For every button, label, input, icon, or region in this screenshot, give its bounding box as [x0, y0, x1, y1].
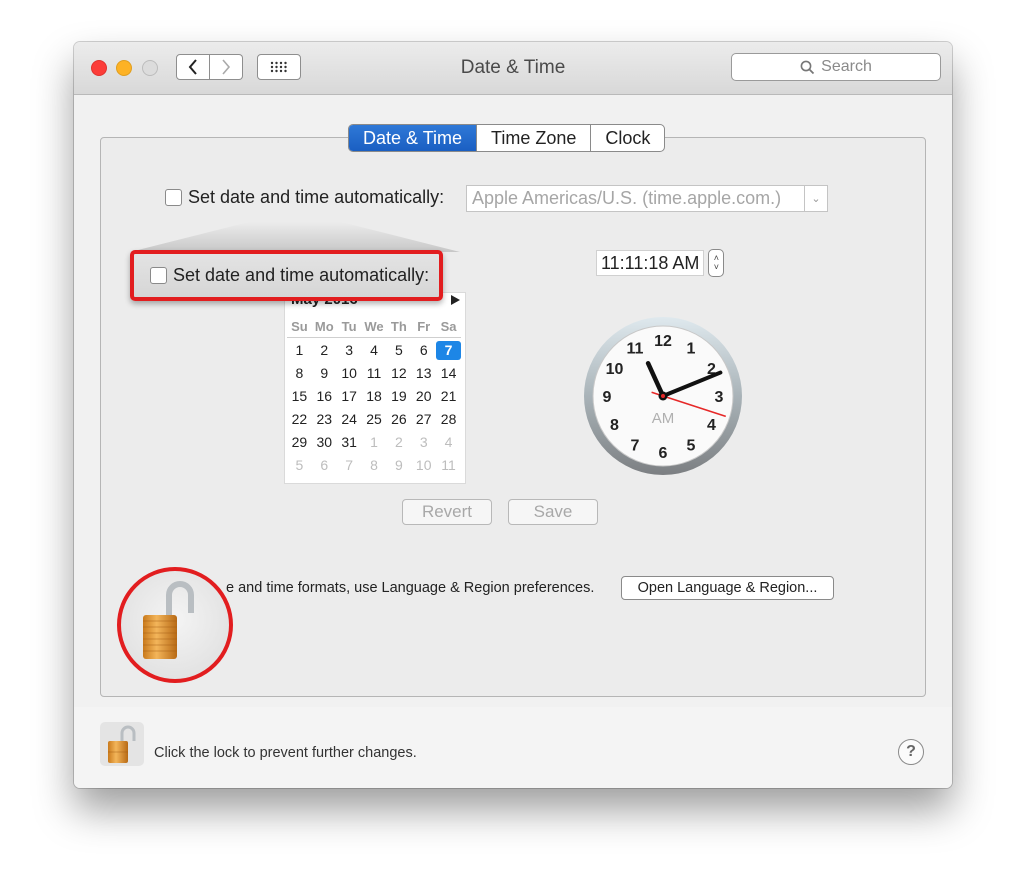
- calendar-day[interactable]: 3: [337, 341, 362, 360]
- calendar-day[interactable]: 26: [386, 410, 411, 429]
- time-stepper[interactable]: ˄ ˅: [708, 249, 725, 277]
- calendar-day[interactable]: 10: [411, 456, 436, 475]
- calendar-day[interactable]: 11: [436, 456, 461, 475]
- search-field[interactable]: Search: [731, 53, 941, 81]
- calendar-day[interactable]: 6: [411, 341, 436, 360]
- clock-number: 9: [603, 389, 612, 406]
- calendar-day[interactable]: 24: [337, 410, 362, 429]
- clock-number: 3: [715, 389, 724, 406]
- unlocked-padlock-icon: [143, 581, 194, 659]
- auto-set-checkbox[interactable]: [165, 189, 182, 206]
- calendar-day[interactable]: 19: [386, 387, 411, 406]
- calendar-weekdays: Su Mo Tu We Th Fr Sa: [287, 319, 461, 338]
- lock-callout-highlight[interactable]: [117, 567, 233, 683]
- search-placeholder: Search: [821, 58, 872, 75]
- weekday-label: We: [364, 319, 384, 334]
- title-bar: Date & Time Search: [74, 42, 952, 95]
- calendar-day[interactable]: 9: [312, 364, 337, 383]
- time-server-value: Apple Americas/U.S. (time.apple.com.): [472, 188, 782, 208]
- calendar-day[interactable]: 20: [411, 387, 436, 406]
- calendar-day-selected[interactable]: 7: [436, 341, 461, 360]
- calendar-day[interactable]: 13: [411, 364, 436, 383]
- time-input: 11:11:18 AM ˄ ˅: [596, 249, 725, 277]
- clock-number: 1: [687, 341, 696, 358]
- calendar-day[interactable]: 14: [436, 364, 461, 383]
- calendar-day[interactable]: 11: [362, 364, 387, 383]
- lock-status-text: Click the lock to prevent further change…: [154, 745, 417, 761]
- tab-date-time[interactable]: Date & Time: [349, 125, 477, 151]
- calendar-day[interactable]: 9: [386, 456, 411, 475]
- calendar-day[interactable]: 4: [436, 433, 461, 452]
- clock-number: 6: [659, 445, 668, 462]
- calendar-day[interactable]: 2: [312, 341, 337, 360]
- calendar-day[interactable]: 1: [362, 433, 387, 452]
- unlocked-padlock-icon: [108, 725, 136, 763]
- next-month-arrow-icon[interactable]: [451, 295, 460, 305]
- time-server-combobox[interactable]: Apple Americas/U.S. (time.apple.com.) ⌄: [466, 185, 828, 212]
- calendar-day[interactable]: 23: [312, 410, 337, 429]
- calendar-day[interactable]: 16: [312, 387, 337, 406]
- calendar-day[interactable]: 25: [362, 410, 387, 429]
- calendar-days: 1 2 3 4 5 6 7 8 9 10 11 12 13 14 15 16 17 18 19 20 21 22 23 24 2…: [287, 341, 461, 475]
- weekday-label: Th: [390, 319, 407, 334]
- auto-set-row: Set date and time automatically:: [165, 187, 444, 208]
- clock-center-dot: [661, 394, 665, 398]
- search-icon: [800, 60, 815, 74]
- clock-meridiem: AM: [652, 410, 675, 427]
- help-button[interactable]: ?: [898, 739, 924, 765]
- open-language-region-button[interactable]: Open Language & Region...: [621, 576, 834, 600]
- calendar-day[interactable]: 29: [287, 433, 312, 452]
- calendar-day[interactable]: 28: [436, 410, 461, 429]
- analog-clock[interactable]: 12 1234567891011 AM: [582, 315, 744, 477]
- calendar-day[interactable]: 5: [287, 456, 312, 475]
- calendar-day[interactable]: 8: [362, 456, 387, 475]
- save-button[interactable]: Save: [508, 499, 598, 525]
- callout-highlight: Set date and time automatically:: [130, 250, 443, 301]
- tab-time-zone[interactable]: Time Zone: [476, 125, 590, 151]
- calendar-day[interactable]: 6: [312, 456, 337, 475]
- calendar-day[interactable]: 4: [362, 341, 387, 360]
- clock-number: 4: [707, 417, 716, 434]
- revert-button[interactable]: Revert: [402, 499, 492, 525]
- calendar-day[interactable]: 7: [337, 456, 362, 475]
- tab-clock[interactable]: Clock: [590, 125, 664, 151]
- clock-number: 10: [606, 361, 624, 378]
- calendar-day[interactable]: 30: [312, 433, 337, 452]
- calendar-day[interactable]: 2: [386, 433, 411, 452]
- clock-number: 11: [627, 341, 644, 358]
- weekday-label: Mo: [314, 319, 334, 334]
- calendar-day[interactable]: 22: [287, 410, 312, 429]
- calendar-day[interactable]: 17: [337, 387, 362, 406]
- calendar-day[interactable]: 1: [287, 341, 312, 360]
- date-time-window: Date & Time Search Date & Time Time Zone…: [74, 42, 952, 788]
- calendar-day[interactable]: 21: [436, 387, 461, 406]
- clock-number: 7: [631, 437, 640, 454]
- callout-label: Set date and time automatically:: [173, 265, 430, 285]
- calendar: May 2016 SuMoTuWeThFrSa 1234567891011121…: [284, 291, 466, 484]
- callout-checkbox[interactable]: [150, 267, 167, 284]
- clock-number: 12: [654, 333, 672, 350]
- auto-set-label: Set date and time automatically:: [188, 187, 445, 207]
- chevron-down-icon[interactable]: ⌄: [804, 186, 827, 211]
- calendar-day[interactable]: 12: [386, 364, 411, 383]
- calendar-day[interactable]: 5: [386, 341, 411, 360]
- formats-text: e and time formats, use Language & Regio…: [226, 580, 595, 596]
- weekday-label: Fr: [417, 319, 431, 334]
- clock-number: 5: [687, 437, 696, 454]
- time-field[interactable]: 11:11:18 AM: [596, 250, 705, 276]
- footer-lock-button[interactable]: [100, 722, 144, 766]
- calendar-day[interactable]: 15: [287, 387, 312, 406]
- clock-number: 8: [610, 417, 619, 434]
- weekday-label: Sa: [440, 319, 457, 334]
- stepper-down-icon[interactable]: ˅: [714, 263, 719, 272]
- tab-bar: Date & Time Time Zone Clock: [348, 124, 666, 152]
- weekday-label: Su: [291, 319, 308, 334]
- weekday-label: Tu: [341, 319, 357, 334]
- calendar-day[interactable]: 8: [287, 364, 312, 383]
- calendar-day[interactable]: 18: [362, 387, 387, 406]
- calendar-day[interactable]: 3: [411, 433, 436, 452]
- calendar-day[interactable]: 31: [337, 433, 362, 452]
- calendar-day[interactable]: 10: [337, 364, 362, 383]
- calendar-day[interactable]: 27: [411, 410, 436, 429]
